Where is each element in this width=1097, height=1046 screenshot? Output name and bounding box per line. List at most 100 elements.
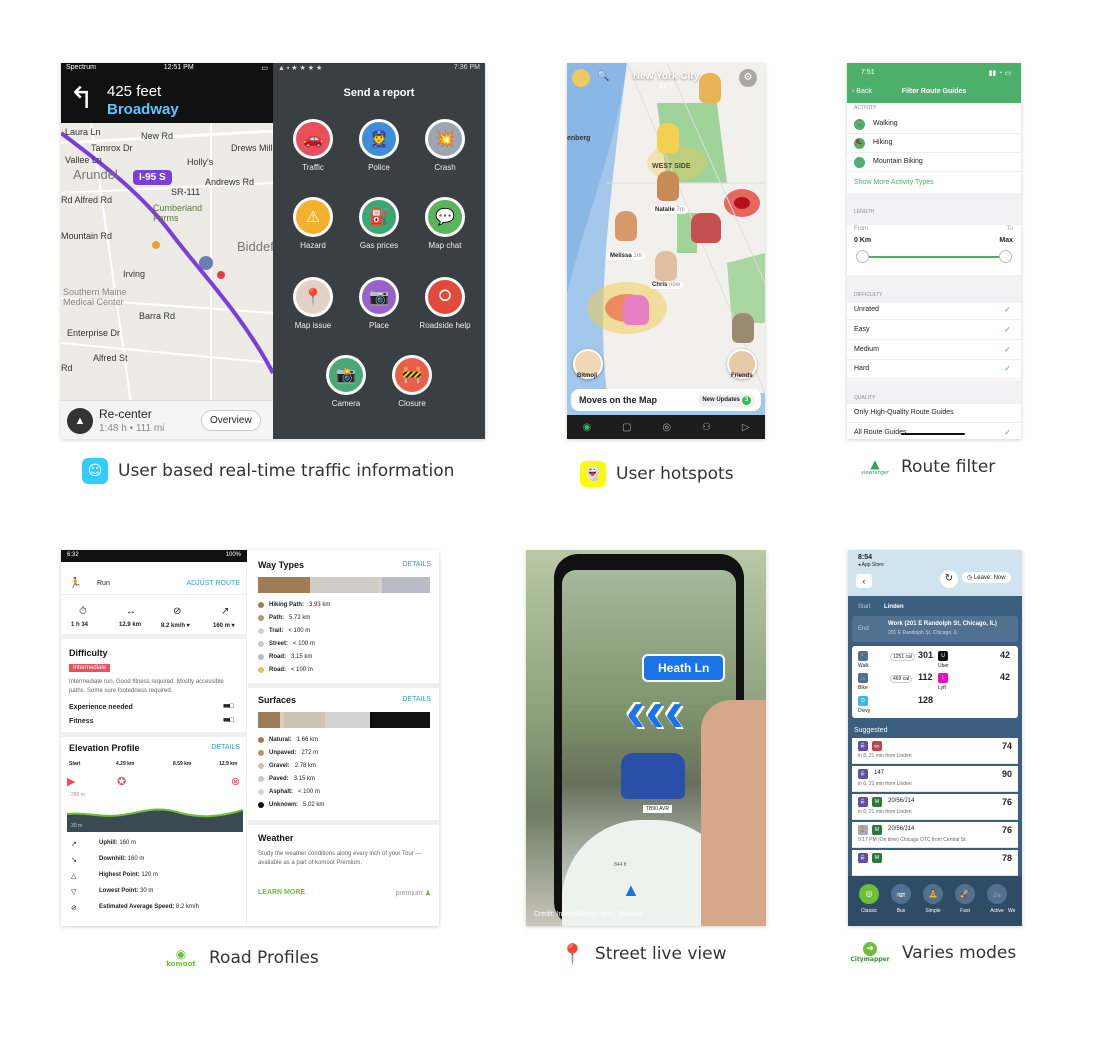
bus-icon: 🚌 — [872, 741, 882, 751]
report-roadside-button[interactable]: ⭘ Roadside help — [415, 277, 475, 330]
show-more-link[interactable]: Show More Activity Types — [854, 179, 934, 186]
report-mapissue-button[interactable]: 📍 Map issue — [283, 277, 343, 330]
surfaces-details-link[interactable]: DETAILS — [402, 696, 431, 703]
stat-speed[interactable]: 8.2 km/h ▾ — [161, 622, 190, 629]
report-place-button[interactable]: 📷 Place — [349, 277, 409, 330]
report-closure-button[interactable]: 🚧 Closure — [382, 355, 442, 408]
report-hazard-button[interactable]: ⚠ Hazard — [283, 197, 343, 250]
active-tab-icon[interactable]: 🚲 — [987, 884, 1007, 904]
komoot-caption: ◉ komoot Road Profiles — [163, 948, 319, 968]
difficulty-easy[interactable]: Easy ✓ — [847, 321, 1021, 340]
end-address: 201 E Randolph St, Chicago, IL — [888, 630, 959, 636]
report-camera-button[interactable]: 📸 Camera — [316, 355, 376, 408]
friends-label: Friends — [731, 373, 753, 379]
classic-tab-icon[interactable]: ◎ — [859, 884, 879, 904]
way-types-details-link[interactable]: DETAILS — [402, 561, 431, 568]
report-police-button[interactable]: 👮 Police — [349, 119, 409, 172]
bitmoji-avatar-group[interactable] — [691, 213, 721, 243]
end-value[interactable]: Work (201 E Randolph St, Chicago, IL) — [888, 621, 997, 627]
difficulty-unrated[interactable]: Unrated ✓ — [847, 301, 1021, 320]
settings-gear-icon[interactable]: ⚙ — [739, 69, 757, 87]
stat-elevation[interactable]: 160 m ▾ — [213, 622, 235, 629]
report-mapchat-button[interactable]: 💬 Map chat — [415, 197, 475, 250]
length-slider-track[interactable] — [861, 256, 1005, 258]
difficulty-hard[interactable]: Hard ✓ — [847, 360, 1021, 379]
slider-min-handle[interactable] — [856, 250, 869, 263]
tab-more[interactable]: We — [1008, 908, 1022, 914]
start-value[interactable]: Linden — [884, 604, 904, 610]
poi-marker-icon: ✪ — [117, 776, 127, 788]
camera-icon[interactable]: ◎ — [662, 422, 671, 433]
leave-now-button[interactable]: ◷ Leave: Now — [962, 572, 1011, 583]
way_types-legend-item: Road: < 100 m — [258, 667, 313, 673]
tab-bus[interactable]: Bus — [886, 908, 916, 914]
back-arrow-icon[interactable]: ‹ — [856, 574, 872, 588]
app-store-back[interactable]: ◂ App Store — [858, 562, 884, 568]
refresh-icon[interactable]: ↻ — [940, 570, 958, 588]
discover-icon[interactable]: ▷ — [742, 422, 750, 433]
report-traffic-button[interactable]: 🚗 Traffic — [283, 119, 343, 172]
bitmoji-avatar[interactable] — [615, 211, 637, 241]
report-gas-button[interactable]: ⛽ Gas prices — [349, 197, 409, 250]
divvy-icon: D — [858, 696, 868, 706]
adjust-route-link[interactable]: ADJUST ROUTE — [186, 580, 240, 587]
surfaces-legend-item: Unknown: 5.02 km — [258, 802, 324, 808]
metra-icon: M — [872, 797, 882, 807]
bus-tab-icon[interactable]: 🚌 — [891, 884, 911, 904]
overview-button[interactable]: Overview — [201, 410, 261, 431]
tab-classic[interactable]: Classic — [854, 908, 884, 914]
learn-more-link[interactable]: LEARN MORE — [258, 889, 305, 896]
fast-tab-icon[interactable]: 🚀 — [955, 884, 975, 904]
way_types-legend-item: Street: < 100 m — [258, 641, 315, 647]
legend-label: Trail: — [269, 628, 284, 634]
route-option[interactable]: 🚆 147 in 6, 21 min from Linden 90 — [852, 766, 1018, 792]
tab-fast[interactable]: Fast — [950, 908, 980, 914]
bitmoji-avatar[interactable] — [732, 313, 754, 343]
route-option[interactable]: 🚆 M 78 — [852, 850, 1018, 876]
activity-walking[interactable]: 🚶 Walking — [847, 115, 1021, 134]
new-updates-button[interactable]: New Updates 3 — [698, 394, 755, 407]
turn-left-icon: ↰ — [69, 82, 95, 115]
friend-label-natalie[interactable]: Natalie 7m — [652, 206, 688, 214]
mode-name[interactable]: Uber — [938, 663, 949, 669]
friend-label-melissa[interactable]: Melissa 1m — [607, 252, 645, 260]
elevation-details-link[interactable]: DETAILS — [211, 744, 240, 751]
report-crash-button[interactable]: 💥 Crash — [415, 119, 475, 172]
bitmoji-avatar[interactable] — [655, 251, 677, 281]
mode-name[interactable]: Lyft — [938, 685, 946, 691]
recenter-icon[interactable]: ▲ — [67, 408, 93, 434]
section-divider — [847, 275, 1021, 303]
moves-on-map-bar[interactable]: Moves on the Map New Updates 3 — [571, 389, 761, 411]
mode-name[interactable]: Divvy — [858, 708, 870, 714]
tab-simple[interactable]: Simple — [918, 908, 948, 914]
route-option[interactable]: 🚶 M 20/56/J14 9:17 PM (On time) Chicago OTC… — [852, 822, 1018, 848]
simple-tab-icon[interactable]: 🧘 — [923, 884, 943, 904]
slider-max-handle[interactable] — [999, 250, 1012, 263]
snap-map[interactable]: 🔍 New York City 33°F ⚙ enberg WEST SIDE … — [567, 63, 765, 439]
difficulty-medium[interactable]: Medium ✓ — [847, 341, 1021, 360]
mode-name[interactable]: Walk — [858, 663, 869, 669]
bitmoji-avatar[interactable] — [657, 123, 679, 153]
recenter-button[interactable]: Re-center — [99, 407, 152, 421]
bitmoji-avatar[interactable] — [699, 73, 721, 103]
quality-all[interactable]: All Route Guides ✓ — [847, 424, 1021, 439]
mode-time: 42 — [1000, 650, 1011, 660]
updates-label: New Updates — [702, 397, 740, 403]
friend-label-chris[interactable]: Chris now — [649, 281, 684, 289]
temperature: 33°F — [658, 83, 674, 90]
friends-icon[interactable]: ⚇ — [702, 422, 711, 433]
route-option[interactable]: 🚆 M 20/56/J14 in 6, 21 min from Linden 76 — [852, 794, 1018, 820]
activity-mountain-biking[interactable]: 🚲 Mountain Biking — [847, 153, 1021, 172]
report-label: Place — [368, 321, 389, 330]
map-pin-icon[interactable]: ◉ — [582, 422, 591, 433]
route-option[interactable]: 🚆 🚌 in 8, 21 min from Linden 74 — [852, 738, 1018, 764]
bitmoji-avatar[interactable] — [657, 171, 679, 201]
chat-icon[interactable]: ▢ — [622, 422, 631, 433]
mode-name[interactable]: Bike — [858, 685, 868, 691]
bitmoji-avatar[interactable] — [623, 295, 649, 325]
komoot-icon: ◉ — [175, 947, 187, 961]
quality-high[interactable]: Only High-Quality Route Guides — [847, 404, 1021, 423]
activity-hiking[interactable]: 🥾 Hiking — [847, 134, 1021, 153]
waze-map[interactable]: Spectrum 12:51 PM ▭ ↰ 425 feet Broadway … — [61, 63, 274, 439]
way-types-title: Way Types — [258, 560, 305, 570]
